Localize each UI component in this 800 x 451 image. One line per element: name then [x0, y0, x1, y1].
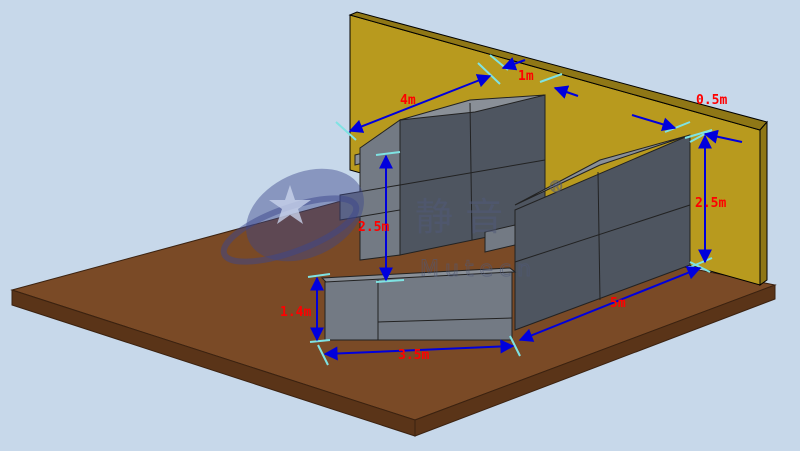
label-2-5m-left: 2.5m	[358, 220, 389, 235]
cad-scene: 静 音 ® Mutecn 4m 1m 0.5m 2.5m 2.5m 1.4m 3…	[10, 11, 777, 437]
label-5m: 5m	[610, 296, 626, 311]
watermark-english-text: Mutecn	[420, 257, 537, 282]
label-3-5m: 3.5m	[398, 348, 429, 363]
label-4m: 4m	[400, 93, 416, 108]
label-1-4m: 1.4m	[280, 305, 311, 320]
label-1m: 1m	[518, 69, 534, 84]
label-0-5m: 0.5m	[696, 93, 727, 108]
watermark-registered-mark: ®	[548, 177, 564, 196]
label-2-5m-right: 2.5m	[695, 196, 726, 211]
watermark-chinese-text: 静 音	[415, 195, 503, 239]
wall-side-edge	[759, 120, 768, 286]
front-block-front	[324, 271, 513, 341]
